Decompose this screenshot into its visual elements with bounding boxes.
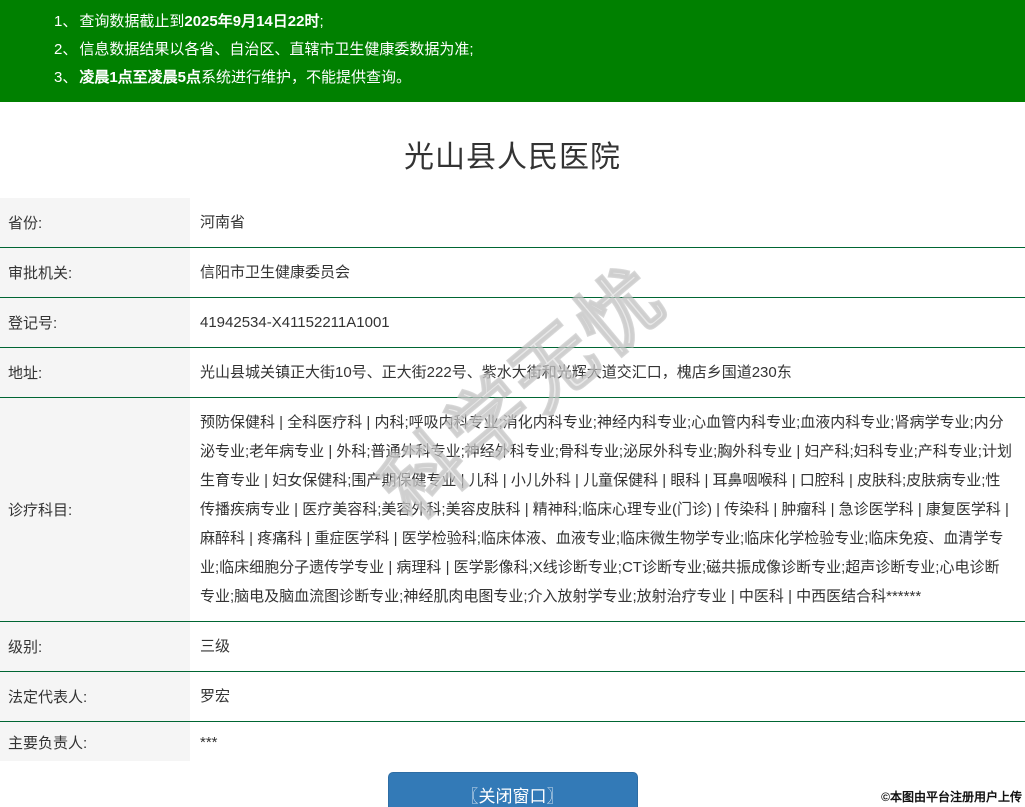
field-label: 省份:: [0, 198, 190, 247]
field-label: 登记号:: [0, 298, 190, 347]
table-row-medical-subjects: 诊疗科目: 预防保健科 | 全科医疗科 | 内科;呼吸内科专业;消化内科专业;神…: [0, 398, 1025, 622]
table-row-approval-authority: 审批机关: 信阳市卫生健康委员会: [0, 248, 1025, 298]
field-label: 地址:: [0, 348, 190, 397]
table-row-main-responsible-person: 主要负责人: ***: [0, 722, 1025, 761]
field-value: 罗宏: [190, 672, 1025, 721]
hospital-info-table: 省份: 河南省 审批机关: 信阳市卫生健康委员会 登记号: 41942534-X…: [0, 198, 1025, 761]
field-value: 41942534-X41152211A1001: [190, 298, 1025, 347]
field-value: ***: [190, 722, 1025, 761]
notice-text: ;: [319, 13, 323, 30]
field-label: 级别:: [0, 622, 190, 671]
table-row-level: 级别: 三级: [0, 622, 1025, 672]
field-label: 诊疗科目:: [0, 398, 190, 621]
table-row-registration-number: 登记号: 41942534-X41152211A1001: [0, 298, 1025, 348]
notice-text-bold: 2025年9月14日22时: [184, 13, 319, 30]
notice-number: 3、: [54, 69, 77, 86]
field-value: 预防保健科 | 全科医疗科 | 内科;呼吸内科专业;消化内科专业;神经内科专业;…: [190, 398, 1025, 621]
field-label: 法定代表人:: [0, 672, 190, 721]
notice-line-3: 3、凌晨1点至凌晨5点系统进行维护，不能提供查询。: [54, 64, 1025, 92]
table-row-province: 省份: 河南省: [0, 198, 1025, 248]
button-area: 〖关闭窗口〗: [0, 772, 1025, 807]
notice-text: 信息数据结果以各省、自治区、直辖市卫生健康委数据为准;: [79, 41, 473, 58]
field-label: 主要负责人:: [0, 722, 190, 761]
field-label: 审批机关:: [0, 248, 190, 297]
table-row-address: 地址: 光山县城关镇正大街10号、正大街222号、紫水大街和光辉大道交汇口，槐店…: [0, 348, 1025, 398]
notice-text-bold: 凌晨1点至凌晨5点: [79, 69, 201, 86]
notice-banner: 1、查询数据截止到2025年9月14日22时; 2、信息数据结果以各省、自治区、…: [0, 0, 1025, 102]
query-result-page: 1、查询数据截止到2025年9月14日22时; 2、信息数据结果以各省、自治区、…: [0, 0, 1025, 807]
hospital-title: 光山县人民医院: [0, 132, 1025, 176]
close-window-button[interactable]: 〖关闭窗口〗: [388, 772, 638, 807]
image-credit: ©本图由平台注册用户上传: [881, 788, 1022, 805]
table-row-legal-representative: 法定代表人: 罗宏: [0, 672, 1025, 722]
notice-number: 1、: [54, 13, 77, 30]
notice-text: 查询数据截止到: [79, 13, 184, 30]
field-value: 信阳市卫生健康委员会: [190, 248, 1025, 297]
field-value: 光山县城关镇正大街10号、正大街222号、紫水大街和光辉大道交汇口，槐店乡国道2…: [190, 348, 1025, 397]
notice-line-2: 2、信息数据结果以各省、自治区、直辖市卫生健康委数据为准;: [54, 36, 1025, 64]
notice-text: 系统进行维护，不能提供查询。: [201, 69, 411, 86]
notice-number: 2、: [54, 41, 77, 58]
field-value: 河南省: [190, 198, 1025, 247]
notice-line-1: 1、查询数据截止到2025年9月14日22时;: [54, 8, 1025, 36]
field-value: 三级: [190, 622, 1025, 671]
